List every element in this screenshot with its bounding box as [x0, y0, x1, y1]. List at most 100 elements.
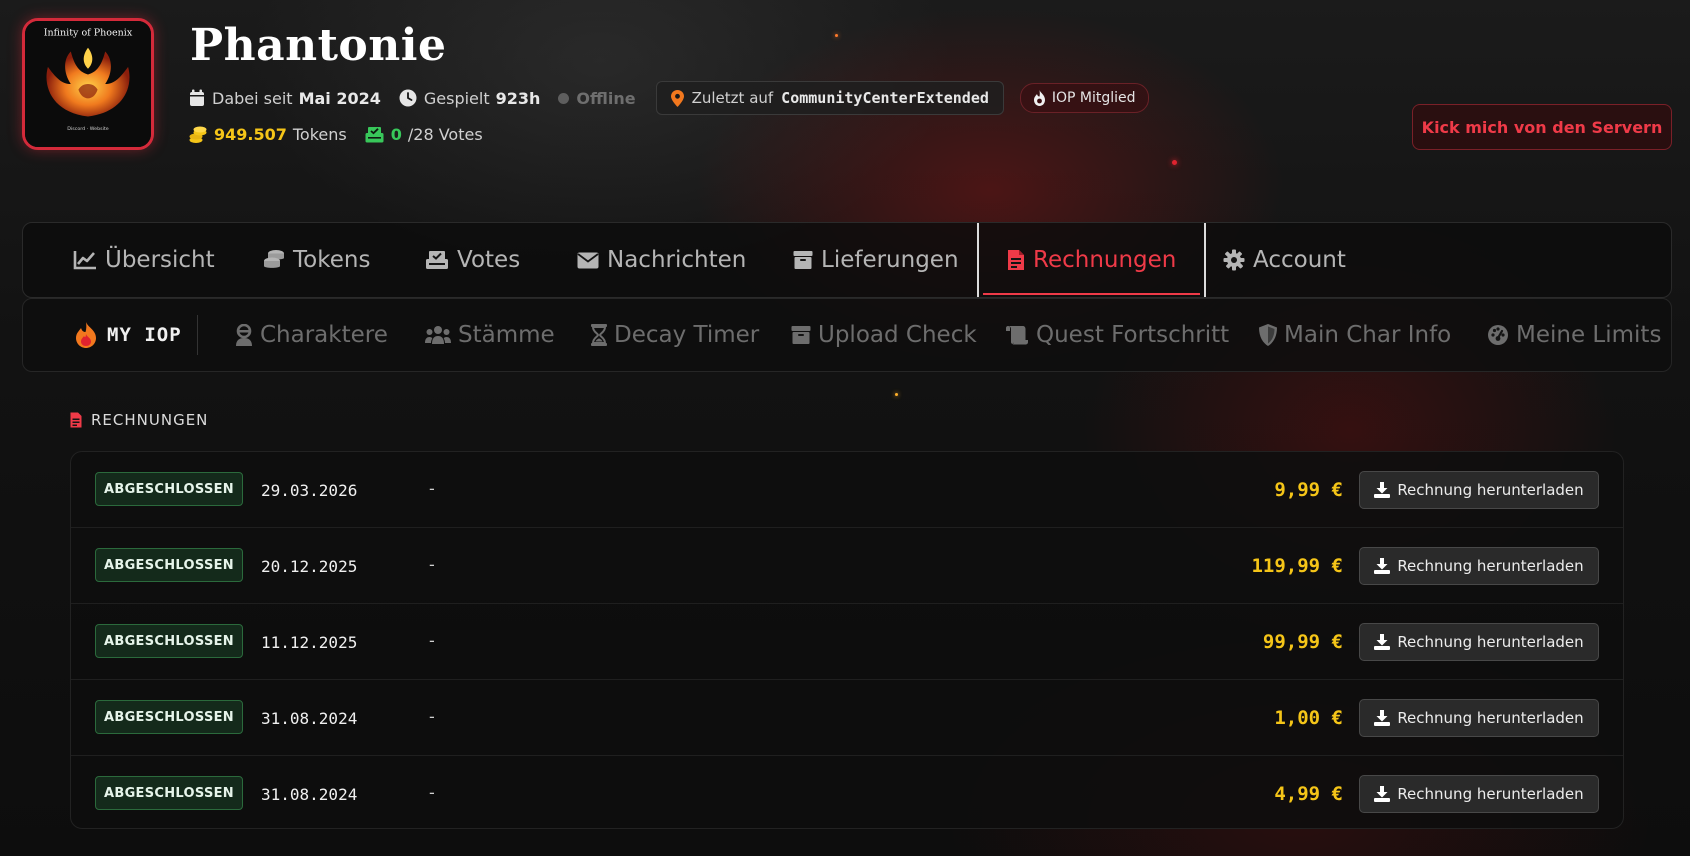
invoice-amount: 9,99 € [1274, 479, 1343, 501]
invoice-row: ABGESCHLOSSEN 31.08.2024 - 4,99 € Rechnu… [71, 756, 1623, 832]
download-label: Rechnung herunterladen [1397, 557, 1584, 575]
my-iop-label: MY IOP [107, 324, 182, 346]
tab-label: Lieferungen [821, 247, 959, 273]
invoice-date: 11.12.2025 [261, 632, 358, 652]
subtab-label: Meine Limits [1516, 322, 1662, 348]
gauge-icon [1487, 324, 1509, 346]
invoice-icon [70, 412, 82, 428]
svg-text:Discord · Website: Discord · Website [67, 126, 109, 132]
tokens-value: 949.507 [214, 125, 287, 144]
username: Phantonie [190, 20, 447, 71]
status-badge: ABGESCHLOSSEN [95, 700, 243, 734]
invoice-note: - [429, 554, 435, 574]
status-badge: ABGESCHLOSSEN [95, 472, 243, 506]
subtab-charaktere[interactable]: Charaktere [235, 299, 388, 371]
shield-icon [1259, 324, 1277, 346]
download-icon [1374, 482, 1391, 498]
subtab-meine-limits[interactable]: Meine Limits [1487, 299, 1661, 371]
character-icon [235, 324, 253, 346]
invoice-row: ABGESCHLOSSEN 31.08.2024 - 1,00 € Rechnu… [71, 680, 1623, 756]
tab-account[interactable]: Account [1223, 223, 1346, 297]
chart-line-icon [73, 250, 97, 270]
section-title-text: RECHNUNGEN [91, 411, 209, 429]
currency-row: 949.507 Tokens 0 /28 Votes [189, 125, 483, 144]
invoice-row: ABGESCHLOSSEN 11.12.2025 - 99,99 € Rechn… [71, 604, 1623, 680]
flame-icon [75, 322, 97, 348]
member-since: Dabei seit Mai 2024 [189, 89, 381, 108]
download-icon [1374, 786, 1391, 802]
server-logo-avatar: Infinity of Phoenix Discord · Website [22, 18, 154, 150]
ember-particle [895, 393, 898, 396]
invoice-note: - [429, 782, 435, 802]
ember-particle [1172, 160, 1177, 165]
invoice-note: - [429, 706, 435, 726]
box-icon [793, 250, 813, 270]
votes-suffix: /28 Votes [407, 125, 483, 144]
download-icon [1374, 634, 1391, 650]
tab-nachrichten[interactable]: Nachrichten [577, 223, 746, 297]
download-label: Rechnung herunterladen [1397, 633, 1584, 651]
calendar-icon [189, 89, 205, 107]
tab-tokens[interactable]: Tokens [263, 223, 370, 297]
tab-label: Tokens [293, 247, 371, 273]
tab-label: Nachrichten [607, 247, 747, 273]
subtab-label: Upload Check [818, 322, 977, 348]
tab-label: Übersicht [105, 247, 215, 273]
invoice-list: ABGESCHLOSSEN 29.03.2026 - 9,99 € Rechnu… [70, 451, 1624, 829]
invoice-date: 29.03.2026 [261, 480, 358, 500]
tab-rechnungen[interactable]: Rechnungen [977, 223, 1207, 297]
status-text: Offline [576, 88, 636, 108]
download-invoice-button[interactable]: Rechnung herunterladen [1359, 471, 1599, 509]
download-invoice-button[interactable]: Rechnung herunterladen [1359, 699, 1599, 737]
subtab-label: Stämme [458, 322, 555, 348]
last-seen-server: CommunityCenterExtended [781, 89, 989, 107]
tab-uebersicht[interactable]: Übersicht [73, 223, 215, 297]
status-dot-icon [558, 92, 570, 104]
subtab-quest-fortschritt[interactable]: Quest Fortschritt [1005, 299, 1229, 371]
invoice-amount: 119,99 € [1251, 555, 1343, 577]
download-label: Rechnung herunterladen [1397, 785, 1584, 803]
subtab-upload-check[interactable]: Upload Check [791, 299, 977, 371]
subtab-decay-timer[interactable]: Decay Timer [591, 299, 759, 371]
votes-value: 0 [390, 125, 402, 144]
invoice-note: - [429, 478, 435, 498]
status-badge: ABGESCHLOSSEN [95, 548, 243, 582]
subtab-label: Charaktere [260, 322, 388, 348]
gear-icon [1223, 249, 1245, 271]
my-iop-brand[interactable]: MY IOP [75, 299, 182, 371]
played-value: 923h [495, 88, 541, 108]
download-label: Rechnung herunterladen [1397, 481, 1584, 499]
invoice-date: 20.12.2025 [261, 556, 358, 576]
tab-label: Rechnungen [1033, 247, 1177, 273]
download-invoice-button[interactable]: Rechnung herunterladen [1359, 775, 1599, 813]
invoice-date: 31.08.2024 [261, 708, 358, 728]
coins-icon [263, 249, 285, 271]
download-invoice-button[interactable]: Rechnung herunterladen [1359, 547, 1599, 585]
membership-badge: IOP Mitglied [1019, 83, 1149, 113]
last-seen-label: Zuletzt auf [691, 89, 774, 107]
profile-meta-row: Dabei seit Mai 2024 Gespielt 923h Offlin… [189, 81, 1149, 115]
map-pin-icon [670, 89, 684, 107]
tab-label: Account [1253, 247, 1346, 273]
subtab-staemme[interactable]: Stämme [425, 299, 555, 371]
tab-lieferungen[interactable]: Lieferungen [793, 223, 959, 297]
divider [197, 315, 198, 355]
download-invoice-button[interactable]: Rechnung herunterladen [1359, 623, 1599, 661]
sub-tab-bar: MY IOP Charaktere Stämme Decay Timer Upl… [22, 298, 1672, 372]
download-icon [1374, 558, 1391, 574]
subtab-main-char-info[interactable]: Main Char Info [1259, 299, 1451, 371]
vote-box-icon [425, 250, 449, 270]
hourglass-icon [591, 324, 607, 346]
section-title: RECHNUNGEN [70, 411, 208, 429]
download-icon [1374, 710, 1391, 726]
clock-icon [399, 89, 417, 107]
kick-from-servers-button[interactable]: Kick mich von den Servern [1412, 104, 1672, 150]
invoice-amount: 99,99 € [1262, 631, 1343, 653]
vote-box-icon [365, 126, 384, 143]
subtab-label: Main Char Info [1284, 322, 1452, 348]
invoice-row: ABGESCHLOSSEN 20.12.2025 - 119,99 € Rech… [71, 528, 1623, 604]
logo-title-text: Infinity of Phoenix [44, 27, 133, 38]
flame-icon [1033, 90, 1046, 106]
tab-votes[interactable]: Votes [425, 223, 520, 297]
subtab-label: Quest Fortschritt [1036, 322, 1230, 348]
